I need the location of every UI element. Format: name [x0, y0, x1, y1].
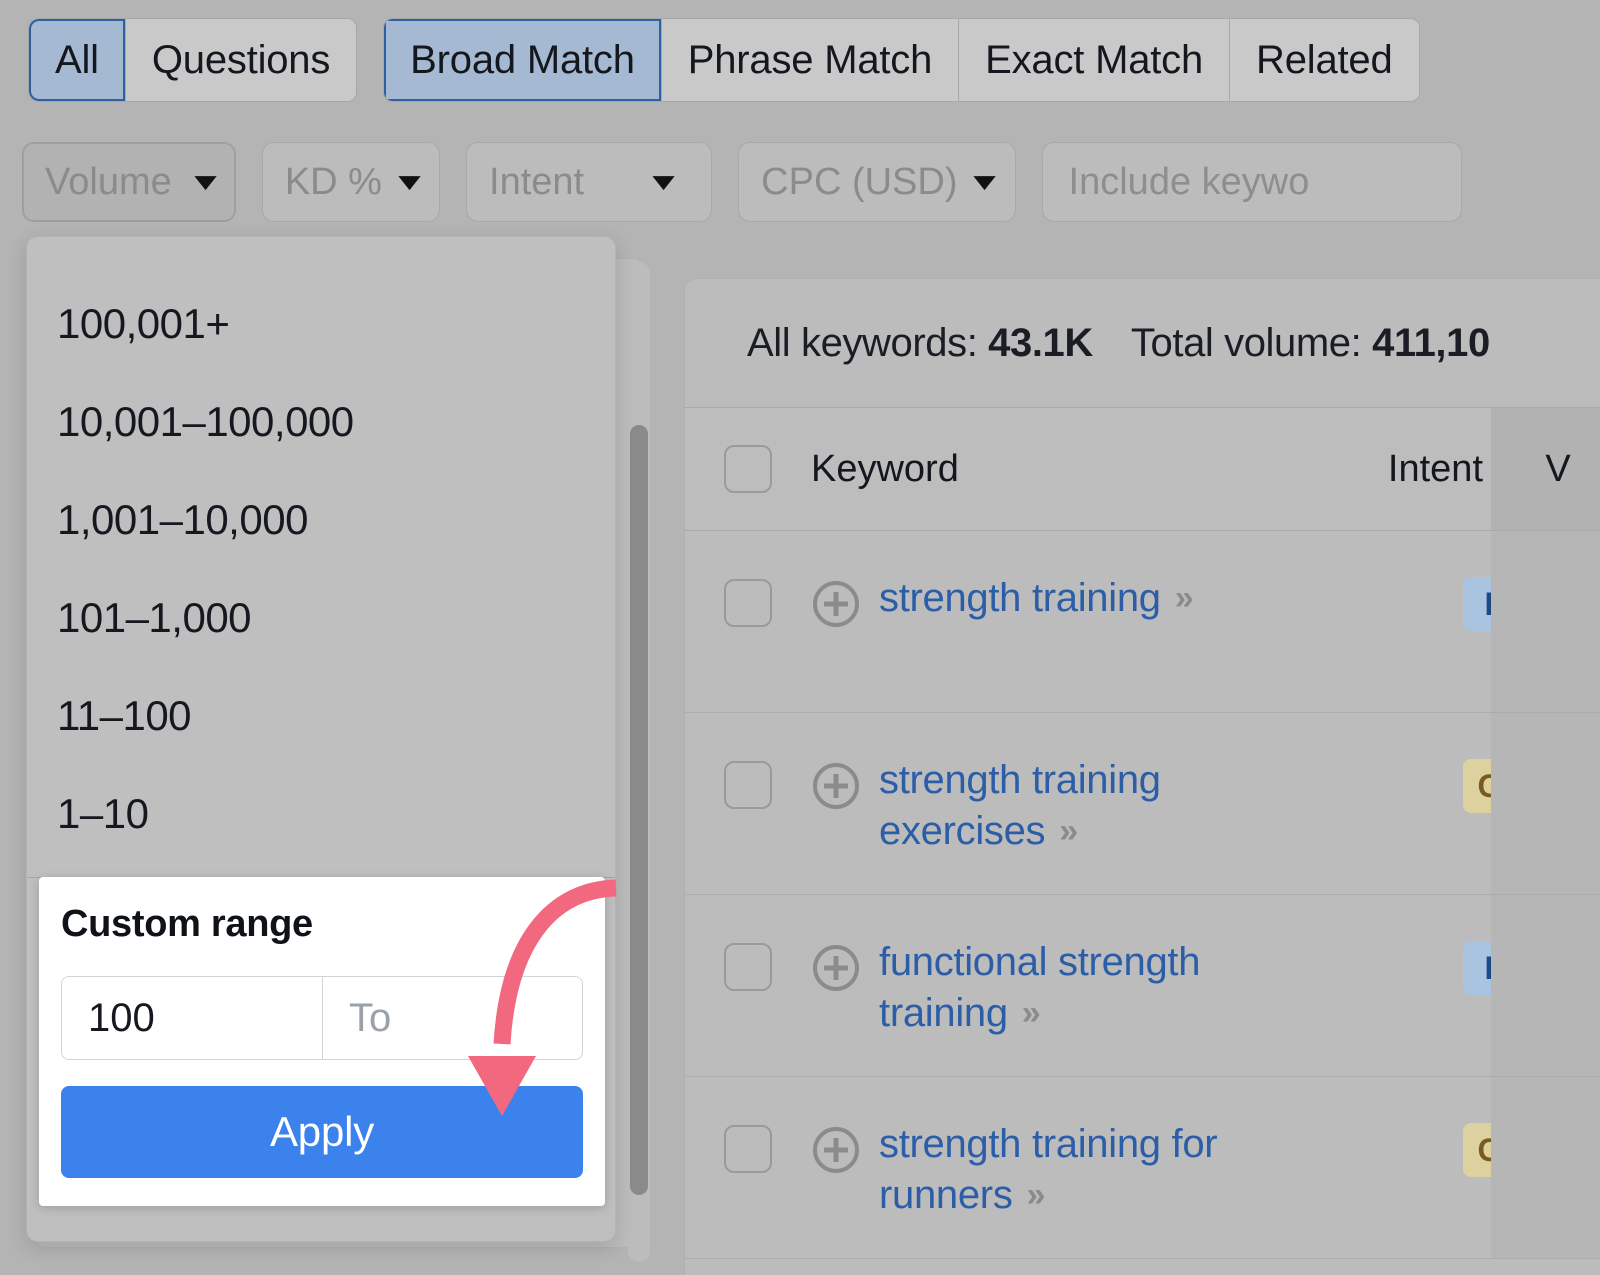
column-header-intent[interactable]: Intent: [1303, 448, 1483, 491]
row-checkbox-cell: [685, 573, 811, 627]
all-keywords-value: 43.1K: [988, 320, 1093, 365]
chevron-down-icon: ▾: [974, 167, 996, 196]
tab-phrase-match[interactable]: Phrase Match: [661, 19, 960, 101]
add-keyword-icon[interactable]: [811, 761, 861, 811]
chevron-down-icon: ▾: [195, 167, 216, 196]
custom-range-to-input[interactable]: To: [322, 977, 582, 1059]
custom-range-title: Custom range: [61, 903, 313, 945]
keyword-cell: strength training for runners»: [811, 1119, 1453, 1221]
volume-option-11-100[interactable]: 11–100: [27, 667, 615, 765]
keyword-text: functional strength training: [879, 940, 1201, 1036]
row-checkbox-cell: [685, 1119, 811, 1173]
custom-range-card: Custom range 100 To Apply: [39, 877, 605, 1206]
custom-range-from-input[interactable]: 100: [62, 977, 322, 1059]
filter-kd-button[interactable]: KD % ▾: [261, 142, 441, 222]
add-keyword-icon[interactable]: [811, 579, 861, 629]
row-checkbox[interactable]: [724, 1125, 772, 1173]
tab-exact-match[interactable]: Exact Match: [959, 19, 1231, 101]
keyword-link[interactable]: strength training exercises»: [879, 755, 1309, 857]
match-type-tabbar: All Questions Broad Match Phrase Match E…: [28, 18, 1420, 102]
total-volume-value: 411,10: [1372, 320, 1490, 365]
volume-option-100001-plus[interactable]: 100,001+: [27, 275, 615, 373]
select-all-checkbox[interactable]: [724, 445, 772, 493]
all-keywords-stat: All keywords: 43.1K: [747, 321, 1093, 366]
filter-cpc-label: CPC (USD): [761, 160, 958, 203]
row-checkbox-cell: [685, 755, 811, 809]
keyword-link[interactable]: strength training »: [879, 573, 1194, 624]
add-keyword-icon[interactable]: [811, 943, 861, 993]
row-checkbox[interactable]: [724, 579, 772, 627]
results-summary: All keywords: 43.1K Total volume: 411,10: [685, 279, 1600, 407]
keyword-cell: strength training »: [811, 573, 1453, 629]
scrollbar-thumb[interactable]: [630, 425, 648, 1195]
all-keywords-label: All keywords:: [747, 320, 978, 365]
tab-broad-match[interactable]: Broad Match: [384, 19, 662, 101]
volume-column-highlight: [1491, 531, 1600, 712]
select-all-checkbox-cell: [685, 445, 811, 493]
keyword-text: strength training: [879, 576, 1161, 620]
volume-column-highlight: [1491, 1077, 1600, 1258]
volume-option-1-10[interactable]: 1–10: [27, 765, 615, 863]
table-row[interactable]: strength training exercises» C: [685, 713, 1600, 895]
expand-chevrons-icon[interactable]: »: [1022, 992, 1041, 1036]
expand-chevrons-icon[interactable]: »: [1175, 577, 1194, 621]
add-keyword-icon[interactable]: [811, 1125, 861, 1175]
expand-chevrons-icon[interactable]: »: [1027, 1174, 1046, 1218]
filter-volume-label: Volume: [45, 160, 172, 203]
row-checkbox[interactable]: [724, 943, 772, 991]
volume-option-101-1000[interactable]: 101–1,000: [27, 569, 615, 667]
include-keywords-placeholder: Include keywo: [1068, 160, 1310, 203]
filter-kd-label: KD %: [284, 160, 382, 203]
filter-intent-label: Intent: [489, 160, 585, 203]
column-header-volume[interactable]: V: [1483, 448, 1600, 491]
keyword-link[interactable]: functional strength training»: [879, 937, 1309, 1039]
match-mode-tab-group: Broad Match Phrase Match Exact Match Rel…: [383, 18, 1420, 102]
volume-column-highlight: [1491, 895, 1600, 1076]
filter-intent-button[interactable]: Intent ▾: [466, 142, 713, 222]
keyword-type-tab-group: All Questions: [28, 18, 358, 102]
volume-option-list: 100,001+ 10,001–100,000 1,001–10,000 101…: [27, 237, 615, 863]
custom-range-inputs: 100 To: [61, 976, 583, 1060]
table-row[interactable]: strength training for runners» C: [685, 1077, 1600, 1259]
total-volume-label: Total volume:: [1130, 320, 1362, 365]
column-header-keyword[interactable]: Keyword: [811, 448, 1303, 491]
tab-all[interactable]: All: [29, 19, 126, 101]
row-checkbox-cell: [685, 937, 811, 991]
keyword-magic-tool-screen: All Questions Broad Match Phrase Match E…: [0, 0, 1600, 1275]
volume-filter-dropdown: 100,001+ 10,001–100,000 1,001–10,000 101…: [26, 236, 616, 1242]
expand-chevrons-icon[interactable]: »: [1059, 810, 1078, 854]
keyword-cell: functional strength training»: [811, 937, 1453, 1039]
keyword-cell: strength training exercises»: [811, 755, 1453, 857]
results-table-header: Keyword Intent V: [685, 407, 1600, 531]
filter-volume-button[interactable]: Volume ▾: [22, 142, 236, 222]
filter-cpc-button[interactable]: CPC (USD) ▾: [738, 142, 1016, 222]
volume-option-10001-100000[interactable]: 10,001–100,000: [27, 373, 615, 471]
table-row[interactable]: functional strength training» I C: [685, 895, 1600, 1077]
keyword-text: strength training exercises: [879, 758, 1161, 854]
keyword-text: strength training for runners: [879, 1122, 1218, 1218]
chevron-down-icon: ▾: [653, 167, 674, 196]
filter-bar: Volume ▾ KD % ▾ Intent ▾ CPC (USD) ▾ Inc…: [22, 142, 1488, 222]
chevron-down-icon: ▾: [399, 167, 420, 196]
tab-related[interactable]: Related: [1230, 19, 1419, 101]
table-row[interactable]: strength training» I C: [685, 531, 1600, 713]
volume-column-highlight: [1491, 713, 1600, 894]
row-checkbox[interactable]: [724, 761, 772, 809]
tab-questions[interactable]: Questions: [125, 19, 357, 101]
include-keywords-input[interactable]: Include keywo: [1041, 142, 1462, 222]
total-volume-stat: Total volume: 411,10: [1131, 321, 1490, 366]
keyword-link[interactable]: strength training for runners»: [879, 1119, 1309, 1221]
apply-button[interactable]: Apply: [61, 1086, 583, 1178]
volume-option-1001-10000[interactable]: 1,001–10,000: [27, 471, 615, 569]
keyword-results-panel: All keywords: 43.1K Total volume: 411,10…: [684, 278, 1600, 1275]
